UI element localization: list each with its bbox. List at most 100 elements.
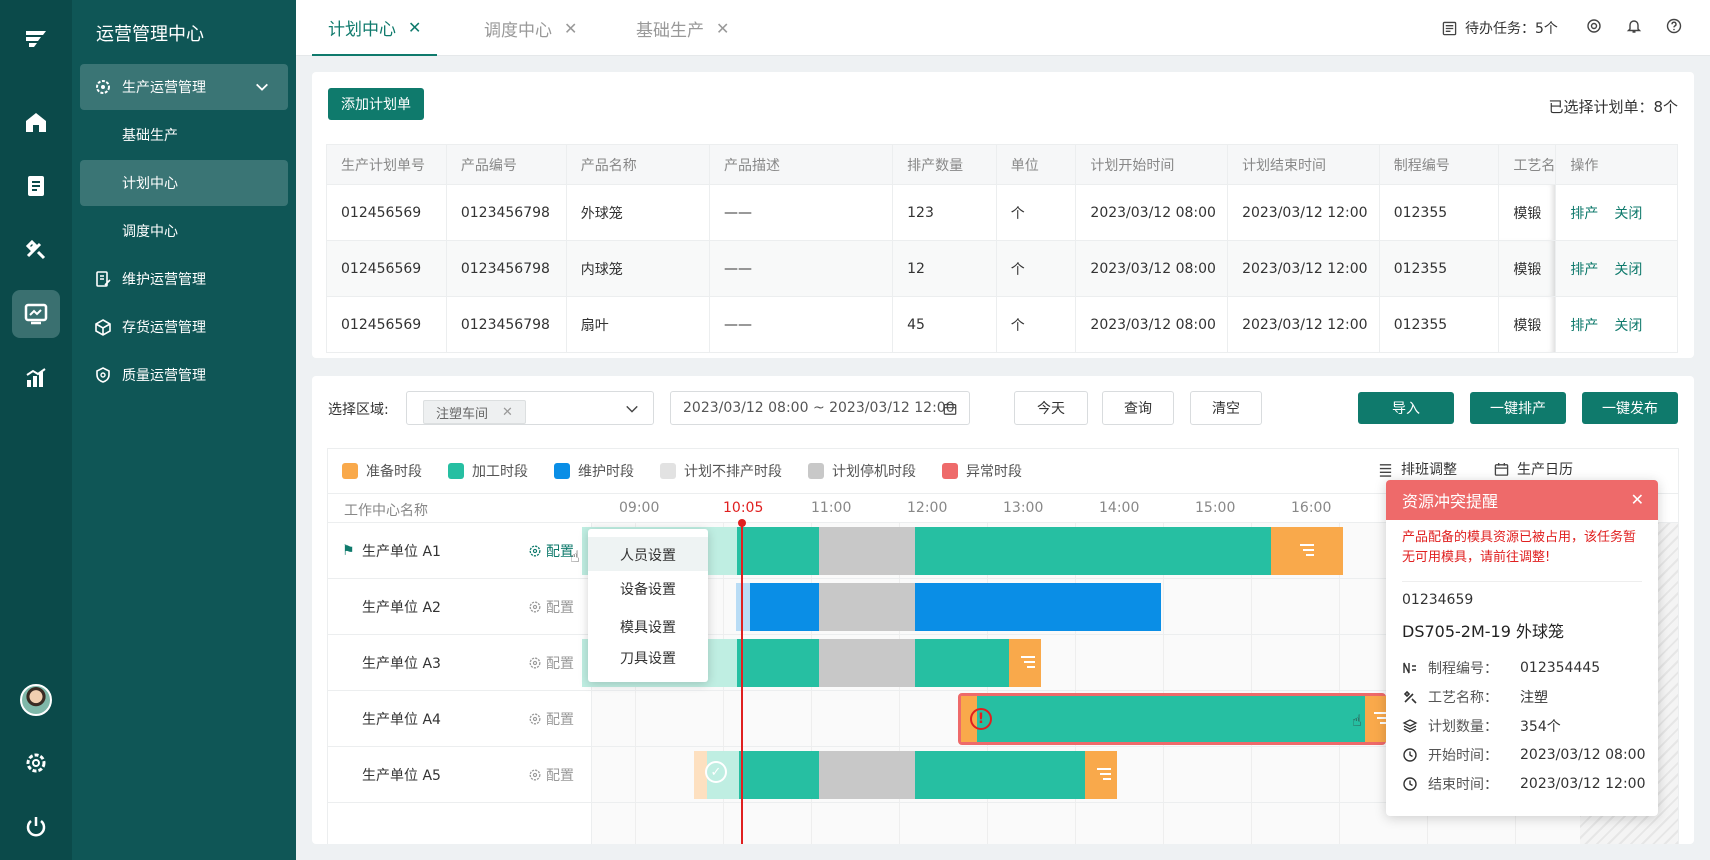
config-link[interactable]: 配置 <box>528 765 574 785</box>
schedule-link[interactable]: 排产 <box>1570 318 1598 334</box>
schedule-bar[interactable] <box>737 639 819 687</box>
unit-row[interactable]: 生产单位 A5 配置 <box>328 747 592 803</box>
add-plan-button[interactable]: 添加计划单 <box>328 88 424 120</box>
schedule-bar[interactable] <box>819 639 915 687</box>
number-icon <box>1403 662 1416 674</box>
schedule-bar[interactable] <box>819 527 915 575</box>
schedule-bar[interactable] <box>915 527 1271 575</box>
gear-icon <box>96 80 110 94</box>
column-header: 生产计划单号 <box>326 144 447 185</box>
gear-icon <box>529 545 541 556</box>
conflict-field: 制程编号： 012354445 <box>1402 658 1600 678</box>
tab-plan[interactable]: 计划中心 ✕ <box>312 0 438 56</box>
help-icon[interactable] <box>1666 18 1682 34</box>
legend-swatch <box>448 463 464 479</box>
menu-item-equipment[interactable]: 设备设置 <box>620 579 676 599</box>
close-link[interactable]: 关闭 <box>1614 318 1642 334</box>
field-value: 354个 <box>1520 719 1561 735</box>
field-key: 制程编号： <box>1428 661 1498 677</box>
unit-row[interactable]: 生产单位 A4 配置 <box>328 691 592 747</box>
tab-dispatch[interactable]: 调度中心 ✕ <box>484 0 577 56</box>
auto-schedule-button[interactable]: 一键排产 <box>1470 392 1566 424</box>
close-icon[interactable]: ✕ <box>564 19 577 38</box>
legend-item: 计划停机时段 <box>808 461 916 481</box>
tab-basic[interactable]: 基础生产 ✕ <box>636 0 729 56</box>
calendar-icon <box>1494 462 1509 476</box>
sidebar-group-production[interactable]: 生产运营管理 <box>80 64 288 110</box>
avatar[interactable] <box>20 684 52 716</box>
schedule-bar[interactable] <box>737 527 819 575</box>
schedule-bar[interactable] <box>915 639 1009 687</box>
chip-remove-icon[interactable]: ✕ <box>502 405 513 420</box>
table-row[interactable]: 012456569 0123456798 外球笼 —— 123 个 2023/03/12 0… <box>326 184 1678 241</box>
col-header: 工作中心名称 <box>344 503 428 519</box>
table-cell: 个 <box>995 296 1077 353</box>
config-link[interactable]: 配置 <box>528 709 574 729</box>
unit-name: 生产单位 A5 <box>362 767 441 784</box>
schedule-bar[interactable] <box>819 583 915 631</box>
schedule-bar[interactable] <box>915 583 1161 631</box>
close-link[interactable]: 关闭 <box>1614 262 1642 278</box>
pending-tasks[interactable]: 待办任务：5个 <box>1442 18 1558 38</box>
list-icon <box>1379 463 1392 477</box>
config-link[interactable]: 配置 <box>528 597 574 617</box>
table-row[interactable]: 012456569 0123456798 扇叶 —— 45 个 2023/03/12 08:… <box>326 296 1678 353</box>
calendar-button[interactable]: 生产日历 <box>1494 459 1573 479</box>
schedule-bar[interactable] <box>915 751 1085 799</box>
column-header: 工艺名 <box>1498 144 1557 185</box>
date-range-input[interactable]: 2023/03/12 08:00 ~ 2023/03/12 12:00 <box>670 391 970 425</box>
schedule-bar[interactable] <box>739 751 819 799</box>
schedule-link[interactable]: 排产 <box>1570 206 1598 222</box>
menu-item-cutter[interactable]: 刀具设置 <box>620 648 676 668</box>
close-icon[interactable]: ✕ <box>408 18 421 37</box>
unit-row[interactable]: ⚑ 生产单位 A1 配置 <box>328 523 592 579</box>
monitor-icon[interactable] <box>12 290 60 338</box>
home-icon[interactable] <box>12 98 60 146</box>
sidebar-group-inventory[interactable]: 存货运营管理 <box>80 304 288 350</box>
column-header: 计划开始时间 <box>1075 144 1229 185</box>
task-list-icon <box>1442 21 1457 35</box>
shift-adjust-label: 排班调整 <box>1401 462 1457 478</box>
close-icon[interactable]: ✕ <box>1631 490 1644 509</box>
sidebar-item-plan[interactable]: 计划中心 <box>80 160 288 206</box>
unit-row[interactable]: 生产单位 A2 配置 <box>328 579 592 635</box>
sidebar-group-quality[interactable]: 质量运营管理 <box>80 352 288 398</box>
sidebar-group-maintenance[interactable]: 维护运营管理 <box>80 256 288 302</box>
document-icon[interactable] <box>12 162 60 210</box>
conflict-product: DS705-2M-19 外球笼 <box>1402 622 1564 641</box>
schedule-bar[interactable] <box>750 583 820 631</box>
query-button[interactable]: 查询 <box>1102 391 1174 425</box>
config-link[interactable]: 配置 <box>528 653 574 673</box>
schedule-bar[interactable] <box>819 751 915 799</box>
today-button[interactable]: 今天 <box>1014 391 1088 425</box>
conflict-bar[interactable] <box>958 693 1386 745</box>
config-link[interactable]: 配置 <box>528 541 574 561</box>
unit-row[interactable]: 生产单位 A3 配置 <box>328 635 592 691</box>
menu-item-mold[interactable]: 模具设置 <box>620 617 676 637</box>
table-row[interactable]: 012456569 0123456798 内球笼 —— 12 个 2023/03/12 08… <box>326 240 1678 297</box>
target-icon[interactable] <box>1586 18 1602 34</box>
app-title: 运营管理中心 <box>96 24 204 45</box>
area-select[interactable]: 注塑车间 ✕ <box>406 391 654 425</box>
config-label: 配置 <box>546 599 574 616</box>
publish-button[interactable]: 一键发布 <box>1582 392 1678 424</box>
settings-icon[interactable] <box>12 739 60 787</box>
sidebar-item-dispatch[interactable]: 调度中心 <box>80 208 288 254</box>
menu-item-staff[interactable]: 人员设置 <box>620 545 676 565</box>
close-icon[interactable]: ✕ <box>716 19 729 38</box>
chart-icon[interactable] <box>12 354 60 402</box>
time-tick: 09:00 <box>619 500 660 516</box>
schedule-link[interactable]: 排产 <box>1570 262 1598 278</box>
clear-button[interactable]: 清空 <box>1190 391 1262 425</box>
shift-adjust-button[interactable]: 排班调整 <box>1378 459 1457 479</box>
sidebar-item-basic[interactable]: 基础生产 <box>80 112 288 158</box>
close-link[interactable]: 关闭 <box>1614 206 1642 222</box>
plan-card: 添加计划单 已选择计划单：8个 生产计划单号 产品编号 产品名称 产品描述 排产数量 单位… <box>312 72 1694 358</box>
bell-icon[interactable] <box>1626 18 1642 34</box>
column-header: 操作 <box>1555 144 1678 185</box>
legend-label: 计划停机时段 <box>832 464 916 480</box>
power-icon[interactable] <box>12 803 60 851</box>
import-button[interactable]: 导入 <box>1358 392 1454 424</box>
tools-icon[interactable] <box>12 226 60 274</box>
legend-item: 异常时段 <box>942 461 1022 481</box>
